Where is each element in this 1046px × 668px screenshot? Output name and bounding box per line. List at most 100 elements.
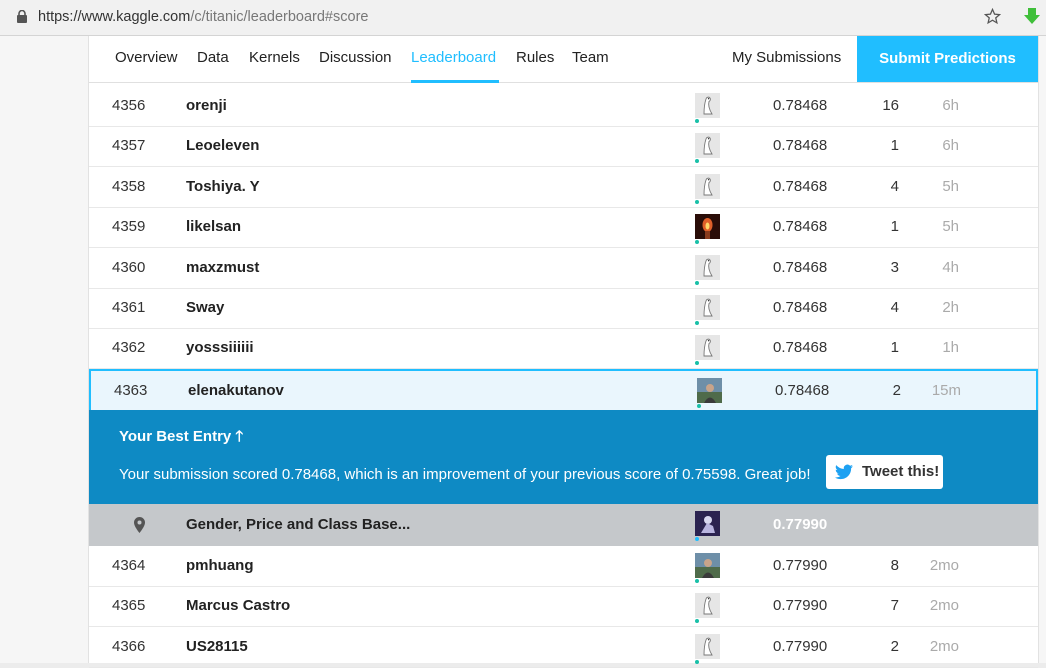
row-entries: 16 xyxy=(882,97,899,114)
team-name-link[interactable]: yosssiiiiii xyxy=(186,339,254,356)
row-rank: 4364 xyxy=(112,557,146,574)
team-avatar[interactable] xyxy=(695,633,720,659)
row-score: 0.78468 xyxy=(773,137,828,155)
team-name-link[interactable]: elenakutanov xyxy=(188,382,284,399)
row-last-submission: 2mo xyxy=(929,637,959,655)
table-row[interactable]: 4357 Leoeleven 0.78468 1 6h xyxy=(89,126,1038,168)
member-indicator-dot xyxy=(695,240,699,245)
team-name-link[interactable]: Leoeleven xyxy=(186,137,259,154)
table-row[interactable]: 4360 maxzmust 0.78468 3 4h xyxy=(89,248,1038,289)
bookmark-star-icon[interactable] xyxy=(984,8,1001,25)
table-row[interactable]: 4365 Marcus Castro 0.77990 7 2mo xyxy=(89,586,1038,628)
tab-team[interactable]: Team xyxy=(572,49,609,66)
tab-kernels[interactable]: Kernels xyxy=(249,49,300,66)
benchmark-row[interactable]: Gender, Price and Class Base... 0.77990 xyxy=(89,504,1038,546)
tweet-button[interactable]: Tweet this! xyxy=(826,455,943,489)
benchmark-name: Gender, Price and Class Base... xyxy=(186,516,411,533)
team-name-link[interactable]: Sway xyxy=(186,299,224,316)
tab-discussion[interactable]: Discussion xyxy=(319,49,392,66)
row-entries: 8 xyxy=(890,557,899,574)
member-indicator-dot xyxy=(695,321,699,325)
row-entries: 3 xyxy=(890,258,899,276)
table-row[interactable]: 4363 elenakutanov 0.78468 2 15m xyxy=(89,368,1038,410)
tab-data[interactable]: Data xyxy=(197,49,229,66)
my-submissions-link[interactable]: My Submissions xyxy=(732,49,841,66)
team-name-link[interactable]: US28115 xyxy=(186,638,248,655)
member-indicator-dot xyxy=(695,579,699,583)
table-row[interactable]: 4364 pmhuang 0.77990 8 2mo xyxy=(89,546,1038,587)
row-score: 0.78468 xyxy=(773,258,828,276)
row-rank: 4362 xyxy=(112,339,146,357)
team-name-link[interactable]: Toshiya. Y xyxy=(186,178,260,195)
best-entry-title: Your Best Entry 🡑 xyxy=(119,426,243,451)
team-avatar[interactable] xyxy=(695,593,720,619)
submit-predictions-button[interactable]: Submit Predictions xyxy=(857,36,1038,82)
row-entries: 1 xyxy=(890,137,899,155)
team-avatar[interactable] xyxy=(697,377,722,403)
row-last-submission: 2h xyxy=(942,299,959,316)
row-entries: 1 xyxy=(890,218,899,236)
leaderboard-content: Overview Data Kernels Discussion Leaderb… xyxy=(88,36,1039,668)
member-indicator-dot xyxy=(695,119,699,123)
member-indicator-dot xyxy=(695,619,699,624)
table-row[interactable]: 4366 US28115 0.77990 2 2mo xyxy=(89,627,1038,668)
lock-icon xyxy=(17,10,27,23)
url-host: https://www.kaggle.com xyxy=(38,9,191,25)
member-indicator-dot xyxy=(695,361,699,366)
team-name-link[interactable]: orenji xyxy=(186,97,227,114)
row-last-submission: 1h xyxy=(942,339,959,357)
row-rank: 4365 xyxy=(112,597,146,615)
team-avatar[interactable] xyxy=(695,553,720,578)
team-avatar[interactable] xyxy=(695,93,720,118)
row-entries: 4 xyxy=(890,299,899,316)
best-entry-panel: Your Best Entry 🡑 Your submission scored… xyxy=(89,410,1038,504)
row-last-submission: 6h xyxy=(942,97,959,114)
table-row[interactable]: 4359 likelsan 0.78468 1 5h xyxy=(89,207,1038,249)
best-entry-message: Your submission scored 0.78468, which is… xyxy=(119,466,811,483)
tweet-button-label: Tweet this! xyxy=(862,463,940,480)
row-rank: 4363 xyxy=(114,381,148,399)
url-text[interactable]: https://www.kaggle.com/c/titanic/leaderb… xyxy=(38,9,368,25)
member-indicator-dot xyxy=(695,659,699,664)
address-bar[interactable]: https://www.kaggle.com/c/titanic/leaderb… xyxy=(0,0,1046,36)
row-score: 0.78468 xyxy=(773,299,828,316)
benchmark-avatar xyxy=(695,511,720,536)
row-last-submission: 4h xyxy=(942,258,959,276)
team-name-link[interactable]: maxzmust xyxy=(186,259,259,276)
row-score: 0.78468 xyxy=(775,381,830,399)
row-last-submission: 5h xyxy=(942,218,959,236)
tab-rules[interactable]: Rules xyxy=(516,49,554,66)
twitter-bird-icon xyxy=(835,464,853,480)
row-last-submission: 6h xyxy=(942,137,959,155)
active-tab-indicator xyxy=(411,80,499,83)
url-path: /c/titanic/leaderboard#score xyxy=(190,9,369,25)
row-rank: 4359 xyxy=(112,218,146,236)
tab-overview[interactable]: Overview xyxy=(115,49,178,66)
member-indicator-dot xyxy=(695,280,699,285)
team-avatar[interactable] xyxy=(695,133,720,159)
table-row[interactable]: 4358 Toshiya. Y 0.78468 4 5h xyxy=(89,167,1038,208)
row-entries: 2 xyxy=(890,637,899,655)
row-rank: 4356 xyxy=(112,97,146,114)
row-score: 0.78468 xyxy=(773,218,828,236)
team-avatar[interactable] xyxy=(695,173,720,199)
table-row[interactable]: 4361 Sway 0.78468 4 2h xyxy=(89,288,1038,329)
table-row[interactable]: 4356 orenji 0.78468 16 6h xyxy=(89,86,1038,127)
team-avatar[interactable] xyxy=(695,254,720,280)
row-entries: 1 xyxy=(890,339,899,357)
row-score: 0.77990 xyxy=(773,597,828,615)
best-entry-title-text: Your Best Entry xyxy=(119,428,232,445)
team-avatar[interactable] xyxy=(695,295,720,320)
tab-leaderboard[interactable]: Leaderboard xyxy=(411,49,496,66)
row-score: 0.77990 xyxy=(773,557,828,574)
team-avatar[interactable] xyxy=(695,214,720,240)
team-name-link[interactable]: pmhuang xyxy=(186,557,254,574)
table-row[interactable]: 4362 yosssiiiiii 0.78468 1 1h xyxy=(89,328,1038,370)
member-indicator-dot xyxy=(695,159,699,164)
row-last-submission: 5h xyxy=(942,177,959,195)
row-last-submission: 15m xyxy=(931,381,961,399)
team-avatar[interactable] xyxy=(695,335,720,361)
team-name-link[interactable]: Marcus Castro xyxy=(186,597,290,614)
download-extension-icon[interactable] xyxy=(1024,8,1040,26)
team-name-link[interactable]: likelsan xyxy=(186,218,241,235)
